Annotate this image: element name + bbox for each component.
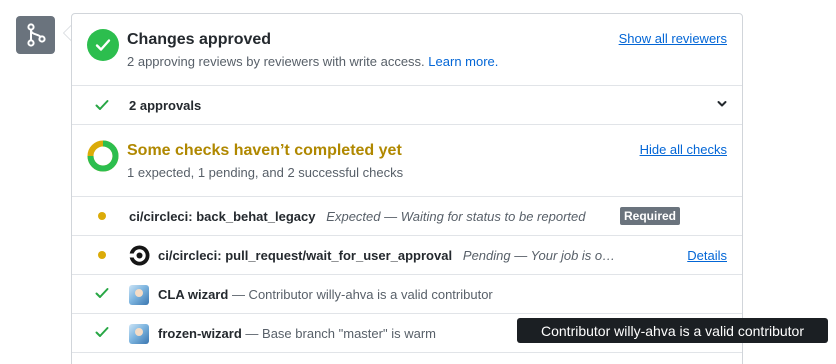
pending-dot-icon [98,251,106,259]
check-description: Expected — Waiting for status to be repo… [326,209,586,224]
details-link[interactable]: Details [687,248,727,263]
panel-caret-inner [64,26,71,40]
required-badge: Required [620,207,681,225]
check-description: — Base branch "master" is warm [245,326,436,341]
approvals-count: 2 approvals [129,98,202,113]
check-icon [95,98,109,116]
pending-dot-icon [98,212,106,220]
check-context: frozen-wizard [158,326,242,341]
tooltip: Contributor willy-ahva is a valid contri… [517,318,828,343]
circleci-logo-icon [129,245,150,269]
approvals-toggle-row[interactable]: 2 approvals [72,86,742,125]
check-row: ci/circleci: pull_request/wait_for_user_… [72,236,742,275]
check-item: ci/circleci: pull_request/wait_for_user_… [158,248,615,263]
check-context: ci/circleci: pull_request/wait_for_user_… [158,248,453,263]
check-description: — Contributor willy-ahva is a valid cont… [231,287,493,302]
checks-progress-ring-icon [87,140,119,172]
reviews-subtitle-text: 2 approving reviews by reviewers with wr… [127,54,425,69]
learn-more-link[interactable]: Learn more. [428,54,498,69]
checks-section: Some checks haven’t completed yet 1 expe… [72,125,742,197]
check-row: ci/circleci: back_behat_legacy Expected … [72,197,742,236]
checks-subtitle: 1 expected, 1 pending, and 2 successful … [127,165,404,180]
chevron-down-icon[interactable] [716,97,728,115]
check-icon [95,287,109,302]
avatar [129,285,149,305]
checks-title: Some checks haven’t completed yet [127,142,402,159]
check-context: ci/circleci: back_behat_legacy [129,209,316,224]
check-icon [95,326,109,341]
reviews-subtitle: 2 approving reviews by reviewers with wr… [127,54,498,69]
approved-check-icon [87,29,119,61]
avatar [129,324,149,344]
hide-all-checks-link[interactable]: Hide all checks [640,142,727,157]
git-merge-icon [16,16,55,54]
check-item: ci/circleci: back_behat_legacy Expected … [129,209,585,224]
reviews-section: Changes approved 2 approving reviews by … [72,14,742,86]
check-row: CLA wizard — Contributor willy-ahva is a… [72,275,742,314]
check-item: frozen-wizard — Base branch "master" is … [158,326,436,341]
check-context: CLA wizard [158,287,229,302]
check-item: CLA wizard — Contributor willy-ahva is a… [158,287,493,302]
merge-status-panel: Changes approved 2 approving reviews by … [71,13,743,364]
reviews-title: Changes approved [127,31,272,48]
show-all-reviewers-link[interactable]: Show all reviewers [619,31,727,46]
check-description: Pending — Your job is o… [462,248,616,263]
